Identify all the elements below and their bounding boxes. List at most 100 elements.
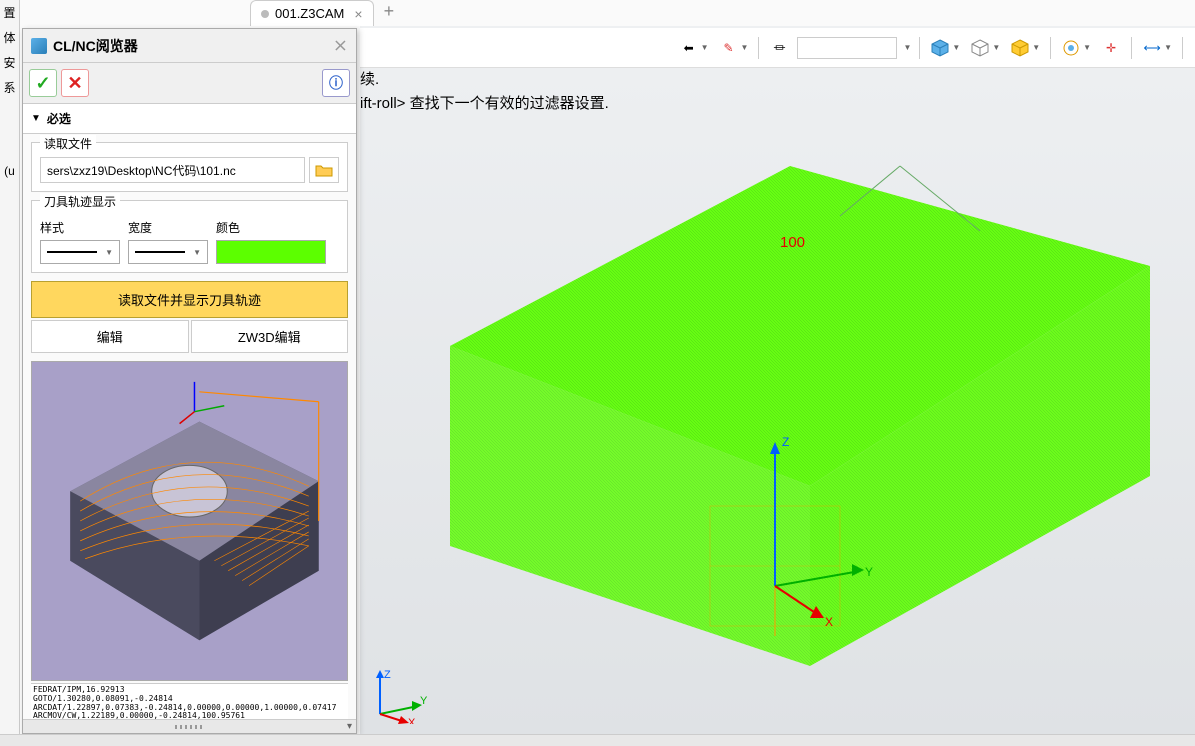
horizontal-scrollbar[interactable] [0, 734, 1195, 746]
info-button[interactable]: ⓘ [322, 69, 350, 97]
center-button[interactable]: ✛ [1099, 36, 1123, 60]
close-icon[interactable]: ⨯ [333, 35, 348, 56]
target-icon [1061, 38, 1081, 58]
dialog-resize-handle[interactable]: ▾ [23, 719, 356, 733]
command-hint-area: 续. ift-roll> 查找下一个有效的过滤器设置. [360, 68, 609, 116]
strip-text: 置 [0, 0, 19, 25]
grip-icon [175, 725, 205, 729]
dialog-title: CL/NC阅览器 [53, 36, 138, 56]
cancel-button[interactable]: ✕ [61, 69, 89, 97]
filter-button[interactable]: ⏛ [767, 36, 791, 60]
file-path-input[interactable] [40, 157, 305, 183]
color-picker[interactable] [216, 240, 326, 264]
separator [919, 37, 920, 59]
read-file-group: 读取文件 [31, 142, 348, 192]
required-section-header[interactable]: ▼ 必选 [23, 104, 356, 134]
svg-text:X: X [825, 615, 833, 629]
collapse-triangle-icon: ▼ [31, 113, 41, 124]
measure-dim-button[interactable]: ⟷▼ [1140, 36, 1174, 60]
read-and-show-button[interactable]: 读取文件并显示刀具轨迹 [31, 281, 348, 318]
separator [758, 37, 759, 59]
separator [1131, 37, 1132, 59]
solid-line-icon [47, 251, 97, 253]
3d-viewport[interactable]: Z Y X 100 Z Y X [360, 26, 1195, 734]
undo-button[interactable]: ⬅▼ [677, 36, 711, 60]
arrow-back-icon: ⬅ [679, 38, 699, 58]
dialog-body: 读取文件 刀具轨迹显示 样式 ▼ 宽度 ▼ 颜色 [23, 134, 356, 719]
svg-text:Z: Z [384, 669, 391, 681]
toolpath-preview [31, 361, 348, 681]
shaded-cube-button[interactable]: ▼ [928, 36, 962, 60]
separator [1050, 37, 1051, 59]
folder-icon [315, 163, 333, 177]
ok-button[interactable]: ✓ [29, 69, 57, 97]
hint-line: ift-roll> 查找下一个有效的过滤器设置. [360, 92, 609, 116]
width-label: 宽度 [128, 219, 208, 236]
dropdown-arrow-icon[interactable]: ▼ [1164, 43, 1172, 52]
nc-code-output: FEDRAT/IPM,16.92913 GOTO/1.30280,0.08091… [31, 683, 348, 719]
measure-button[interactable]: ✎▼ [717, 36, 751, 60]
info-icon: ⓘ [329, 73, 343, 93]
cl-nc-viewer-dialog: CL/NC阅览器 ⨯ ✓ ✕ ⓘ ▼ 必选 读取文件 刀具轨迹显示 样式 ▼ [22, 28, 357, 734]
svg-text:X: X [408, 717, 416, 724]
separator [1182, 37, 1183, 59]
dialog-titlebar[interactable]: CL/NC阅览器 ⨯ [23, 29, 356, 63]
group-label: 读取文件 [40, 135, 96, 152]
cube-yellow-icon [1010, 38, 1030, 58]
style-label: 样式 [40, 219, 120, 236]
file-icon [261, 10, 269, 18]
line-style-select[interactable]: ▼ [40, 240, 120, 264]
svg-text:Y: Y [865, 565, 873, 579]
edit-button[interactable]: 编辑 [31, 320, 189, 353]
track-display-group: 刀具轨迹显示 样式 ▼ 宽度 ▼ 颜色 [31, 200, 348, 273]
strip-text: 安 [0, 50, 19, 75]
line-width-select[interactable]: ▼ [128, 240, 208, 264]
dropdown-arrow-icon[interactable]: ▼ [1032, 43, 1040, 52]
funnel-icon: ⏛ [769, 38, 789, 58]
dropdown-arrow-icon: ▼ [193, 248, 201, 257]
dropdown-arrow-icon[interactable]: ▼ [992, 43, 1000, 52]
dimension-icon: ⟷ [1142, 38, 1162, 58]
pencil-icon: ✎ [719, 38, 739, 58]
dropdown-arrow-icon[interactable]: ▼ [952, 43, 960, 52]
zoom-button[interactable]: ▼ [1059, 36, 1093, 60]
viewport-axis-triad: Z Y X [370, 664, 430, 724]
strip-text: (u [0, 160, 19, 182]
svg-text:Z: Z [782, 435, 789, 449]
dropdown-arrow-icon[interactable]: ▼ [741, 43, 749, 52]
view-toolbar: ⬅▼ ✎▼ ⏛ ▼ ▼ ▼ ▼ ▼ ✛ ⟷▼ [360, 28, 1195, 68]
browse-button[interactable] [309, 157, 339, 183]
dimension-label: 100 [780, 234, 805, 251]
dropdown-arrow-icon[interactable]: ▼ [903, 43, 911, 52]
cube-app-icon [31, 38, 47, 54]
check-icon: ✓ [35, 73, 50, 94]
dropdown-arrow-icon: ▼ [105, 248, 113, 257]
strip-text: 系 [0, 75, 19, 100]
zw3d-edit-button[interactable]: ZW3D编辑 [191, 320, 349, 353]
svg-text:Y: Y [420, 695, 428, 707]
tab-label: 001.Z3CAM [275, 6, 344, 21]
strip-text: 体 [0, 25, 19, 50]
left-sidebar-strip: 置 体 安 系 (u [0, 0, 20, 746]
solid-line-icon [135, 251, 185, 253]
dialog-action-bar: ✓ ✕ ⓘ [23, 63, 356, 104]
wire-cube-button[interactable]: ▼ [968, 36, 1002, 60]
scroll-down-icon[interactable]: ▾ [347, 721, 352, 732]
hint-line: 续. [360, 68, 609, 92]
document-tab-bar: 001.Z3CAM × + [20, 0, 1195, 26]
cube-wire-icon [970, 38, 990, 58]
color-label: 颜色 [216, 219, 326, 236]
close-tab-icon[interactable]: × [354, 6, 362, 22]
crosshair-icon: ✛ [1101, 38, 1121, 58]
cube-shaded-icon [930, 38, 950, 58]
toolpath-render: Z Y X [410, 146, 1170, 686]
x-icon: ✕ [67, 73, 82, 94]
group-label: 刀具轨迹显示 [40, 193, 120, 210]
document-tab[interactable]: 001.Z3CAM × [250, 0, 374, 26]
section-title: 必选 [47, 110, 71, 127]
dropdown-arrow-icon[interactable]: ▼ [701, 43, 709, 52]
add-tab-button[interactable]: + [374, 0, 405, 26]
dropdown-arrow-icon[interactable]: ▼ [1083, 43, 1091, 52]
filter-input[interactable] [797, 37, 897, 59]
yellow-cube-button[interactable]: ▼ [1008, 36, 1042, 60]
